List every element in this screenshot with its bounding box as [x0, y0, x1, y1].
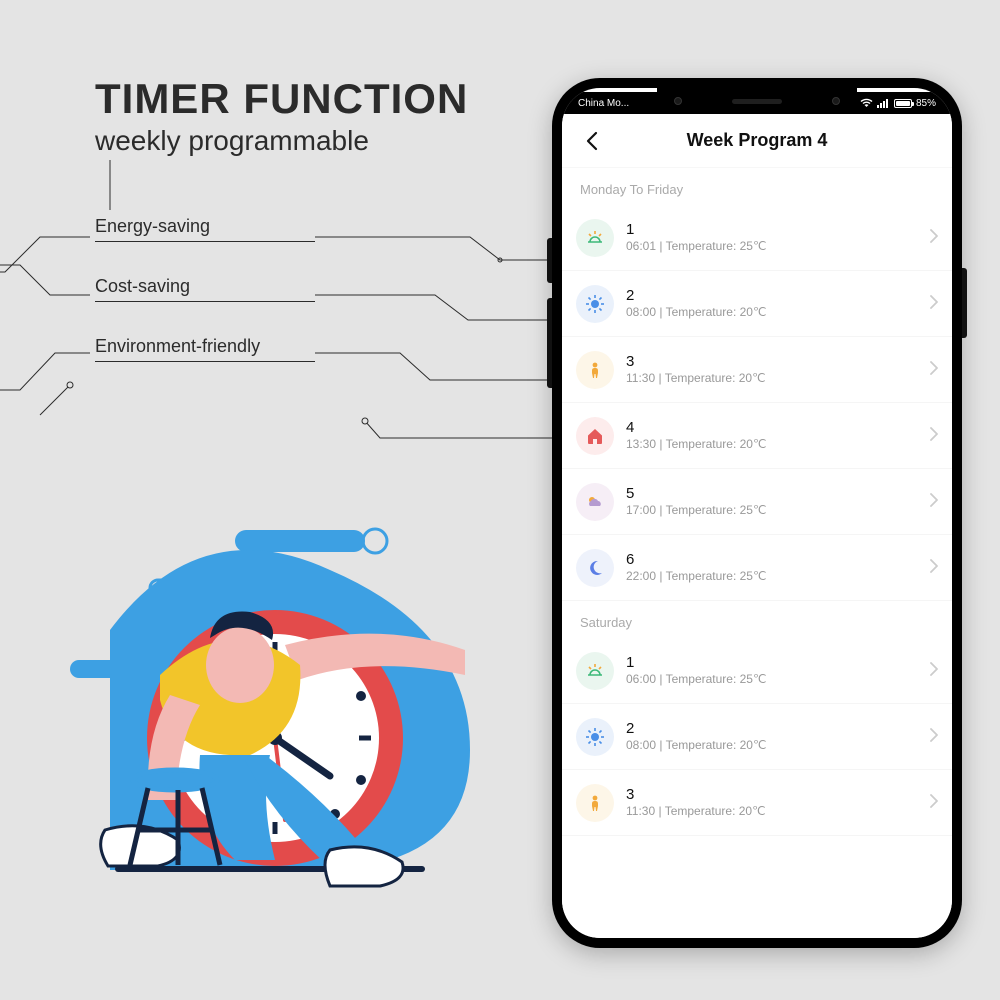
sunrise-icon [576, 219, 614, 257]
entry-detail: 17:00 | Temperature: 25℃ [626, 503, 922, 519]
chevron-right-icon [930, 227, 938, 248]
chevron-right-icon [930, 792, 938, 813]
section-label: Saturday [562, 601, 952, 638]
moon-icon [576, 549, 614, 587]
hero-title: TIMER FUNCTION [95, 75, 468, 123]
home-icon [576, 417, 614, 455]
entry-number: 2 [626, 286, 922, 306]
battery-percent: 85% [916, 98, 936, 109]
chevron-right-icon [930, 660, 938, 681]
entry-number: 6 [626, 550, 922, 570]
schedule-entry[interactable]: 622:00 | Temperature: 25℃ [562, 535, 952, 601]
app-header: Week Program 4 [562, 114, 952, 168]
schedule-entry[interactable]: 106:00 | Temperature: 25℃ [562, 638, 952, 704]
entry-detail: 11:30 | Temperature: 20℃ [626, 804, 922, 820]
person-icon [576, 784, 614, 822]
entry-number: 3 [626, 352, 922, 372]
chevron-right-icon [930, 726, 938, 747]
feature-item: Energy-saving [95, 210, 315, 242]
chevron-right-icon [930, 293, 938, 314]
sun-icon [576, 718, 614, 756]
chevron-right-icon [930, 491, 938, 512]
entry-detail: 22:00 | Temperature: 25℃ [626, 569, 922, 585]
section-label: Monday To Friday [562, 168, 952, 205]
schedule-entry[interactable]: 106:01 | Temperature: 25℃ [562, 205, 952, 271]
phone-frame: China Mo... 85% Week Program 4 Monday To… [552, 78, 962, 948]
entry-detail: 13:30 | Temperature: 20℃ [626, 437, 922, 453]
entry-number: 4 [626, 418, 922, 438]
battery-icon [894, 99, 912, 108]
cloud-icon [576, 483, 614, 521]
hero-block: TIMER FUNCTION weekly programmable [95, 75, 468, 157]
entry-detail: 11:30 | Temperature: 20℃ [626, 371, 922, 387]
hero-subtitle: weekly programmable [95, 125, 468, 157]
wifi-icon [860, 98, 873, 108]
schedule-entry[interactable]: 208:00 | Temperature: 20℃ [562, 271, 952, 337]
phone-screen: China Mo... 85% Week Program 4 Monday To… [562, 88, 952, 938]
schedule-entry[interactable]: 517:00 | Temperature: 25℃ [562, 469, 952, 535]
signal-icon [877, 98, 890, 108]
schedule-entry[interactable]: 208:00 | Temperature: 20℃ [562, 704, 952, 770]
entry-number: 1 [626, 220, 922, 240]
back-button[interactable] [572, 121, 612, 161]
clock-person-illustration [50, 500, 490, 900]
feature-list: Energy-saving Cost-saving Environment-fr… [95, 210, 315, 390]
feature-item: Cost-saving [95, 270, 315, 302]
schedule-list: Monday To Friday106:01 | Temperature: 25… [562, 168, 952, 938]
schedule-entry[interactable]: 311:30 | Temperature: 20℃ [562, 770, 952, 836]
entry-number: 2 [626, 719, 922, 739]
entry-detail: 06:01 | Temperature: 25℃ [626, 239, 922, 255]
sun-icon [576, 285, 614, 323]
person-icon [576, 351, 614, 389]
chevron-right-icon [930, 359, 938, 380]
entry-detail: 08:00 | Temperature: 20℃ [626, 738, 922, 754]
entry-number: 1 [626, 653, 922, 673]
phone-notch [657, 88, 857, 114]
entry-detail: 06:00 | Temperature: 25℃ [626, 672, 922, 688]
sunrise-icon [576, 652, 614, 690]
feature-item: Environment-friendly [95, 330, 315, 362]
screen-title: Week Program 4 [687, 130, 828, 151]
chevron-right-icon [930, 557, 938, 578]
schedule-entry[interactable]: 311:30 | Temperature: 20℃ [562, 337, 952, 403]
chevron-right-icon [930, 425, 938, 446]
entry-detail: 08:00 | Temperature: 20℃ [626, 305, 922, 321]
schedule-entry[interactable]: 413:30 | Temperature: 20℃ [562, 403, 952, 469]
entry-number: 5 [626, 484, 922, 504]
carrier-label: China Mo... [578, 98, 629, 109]
entry-number: 3 [626, 785, 922, 805]
